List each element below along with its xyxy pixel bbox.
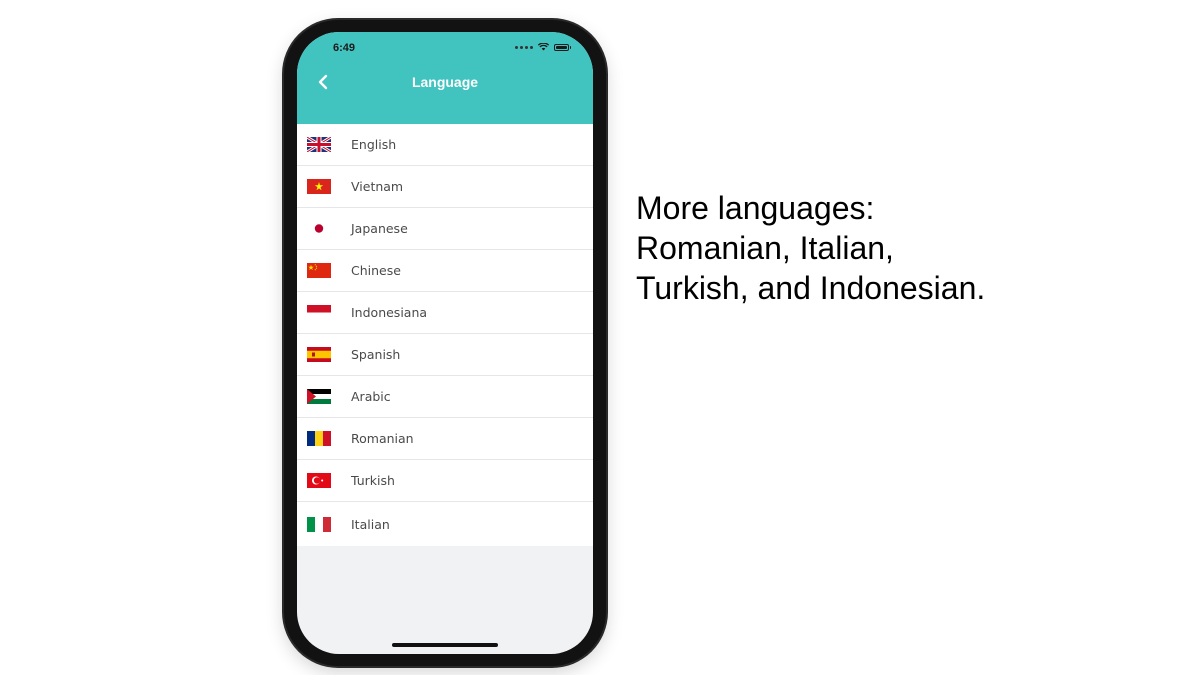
language-item-turkish[interactable]: Turkish [297,460,593,502]
romania-flag-icon [307,431,331,446]
language-item-romanian[interactable]: Romanian [297,418,593,460]
caption-line: Turkish, and Indonesian. [636,270,986,306]
italy-flag-icon [307,516,331,532]
language-label: Turkish [351,473,395,488]
status-icons [515,43,571,51]
language-item-italian[interactable]: Italian [297,502,593,546]
promo-caption: More languages: Romanian, Italian, Turki… [636,188,985,308]
language-label: Romanian [351,431,414,446]
language-item-chinese[interactable]: Chinese [297,250,593,292]
china-flag-icon [307,263,331,278]
language-label: Japanese [351,221,408,236]
uk-flag-icon [307,137,331,152]
language-item-indonesiana[interactable]: Indonesiana [297,292,593,334]
phone-frame: 6:49 Language English Vietnam Japanese C… [284,20,606,666]
spain-flag-icon [307,347,331,362]
language-label: Vietnam [351,179,404,194]
language-label: Italian [351,516,390,532]
status-time: 6:49 [333,42,356,54]
home-indicator[interactable] [392,643,498,647]
language-item-vietnam[interactable]: Vietnam [297,166,593,208]
turkey-flag-icon [307,473,331,488]
wifi-icon [538,43,549,51]
language-label: Indonesiana [351,305,428,320]
language-item-spanish[interactable]: Spanish [297,334,593,376]
indonesia-flag-icon [307,305,331,320]
language-item-arabic[interactable]: Arabic [297,376,593,418]
language-item-english[interactable]: English [297,124,593,166]
signal-icon [515,45,533,49]
phone-screen: 6:49 Language English Vietnam Japanese C… [297,32,593,654]
page-title: Language [411,74,479,90]
language-label: English [351,137,397,152]
language-label: Arabic [351,389,391,404]
language-label: Chinese [351,263,401,278]
vietnam-flag-icon [307,179,331,194]
arabic-flag-icon [307,389,331,404]
language-item-japanese[interactable]: Japanese [297,208,593,250]
japan-flag-icon [307,221,331,236]
caption-line: Romanian, Italian, [636,230,894,266]
language-list: English Vietnam Japanese Chinese Indones… [297,124,593,546]
battery-icon [554,43,571,51]
language-label: Spanish [351,347,401,362]
caption-line: More languages: [636,190,875,226]
nav-header: 6:49 Language [297,32,593,124]
